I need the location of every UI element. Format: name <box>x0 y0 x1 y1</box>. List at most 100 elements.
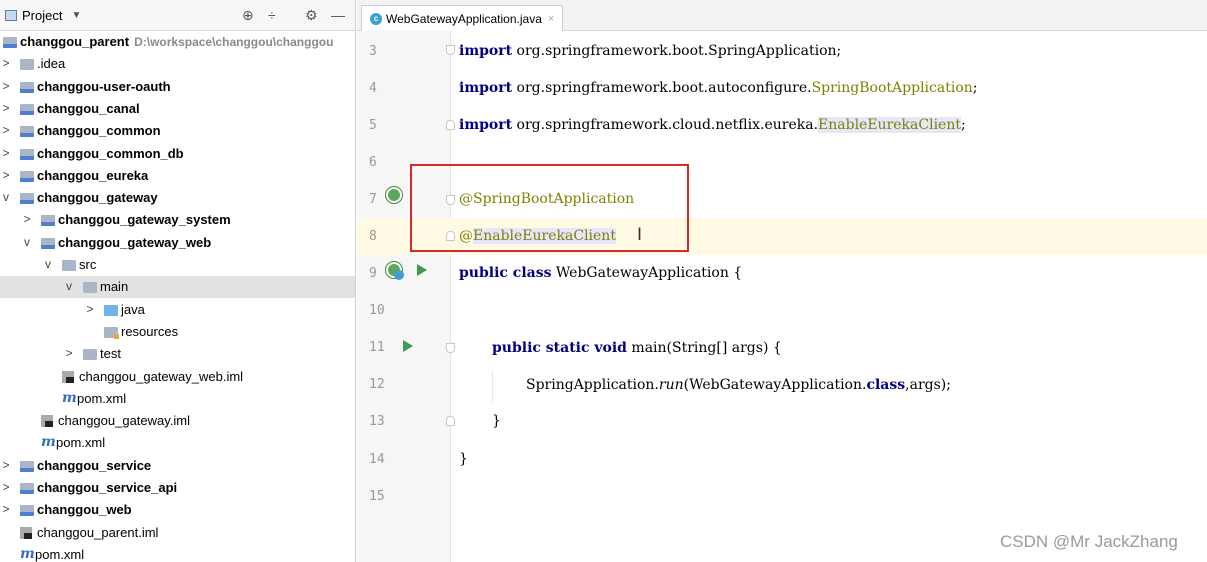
tree-item-text: pom.xml <box>56 435 106 451</box>
tree-item[interactable]: v main <box>0 276 355 299</box>
tree-item[interactable]: > changgou_service_api <box>0 477 355 499</box>
tree-item-text: changgou_gateway_web.iml <box>79 368 244 384</box>
tree-item[interactable]: > changgou_common_db <box>0 143 355 165</box>
tree-item[interactable]: changgou_parent.iml <box>0 522 355 544</box>
tree-item-text: changgou_gateway_system <box>58 212 231 228</box>
chevron-down-icon[interactable]: v <box>43 257 53 271</box>
gear-icon[interactable]: ⚙ <box>305 7 318 24</box>
maven-pom-icon: m <box>62 389 77 406</box>
chevron-right-icon[interactable]: > <box>1 56 11 70</box>
chevron-right-icon[interactable]: > <box>22 212 32 226</box>
tree-item[interactable]: changgou_parent D:\workspace\changgou\cha… <box>0 31 355 53</box>
folder-icon <box>83 282 97 294</box>
tree-item-label: changgou_canal <box>37 101 140 116</box>
tree-item-label: changgou_web <box>37 502 132 517</box>
maven-pom-icon: m <box>41 434 56 451</box>
spring-bean-icon[interactable] <box>386 187 402 203</box>
chevron-down-icon[interactable]: v <box>1 190 11 204</box>
tree-item[interactable]: v src <box>0 254 355 276</box>
tree-item-text: resources <box>121 323 179 339</box>
spring-boot-config-icon <box>394 270 404 280</box>
chevron-right-icon[interactable]: > <box>1 480 11 494</box>
tree-item[interactable]: > changgou_eureka <box>0 165 355 187</box>
tree-item-label: pom.xml <box>77 391 126 406</box>
tree-item-text: changgou_common_db <box>37 145 184 161</box>
tree-item[interactable]: > changgou_canal <box>0 98 355 120</box>
module-folder-icon <box>20 483 34 494</box>
tree-item[interactable]: > java <box>0 299 355 321</box>
line-number: 5 <box>369 118 377 133</box>
chevron-right-icon[interactable]: > <box>1 123 11 137</box>
code-editor[interactable] <box>452 31 1207 562</box>
tab-webgatewayapplication[interactable]: c WebGatewayApplication.java × <box>361 5 564 31</box>
highlight-annotation-box <box>410 164 689 252</box>
tree-item[interactable]: > changgou_gateway_system <box>0 209 355 231</box>
tree-item-label: java <box>121 302 145 317</box>
project-view-selector[interactable]: Project ▼ <box>5 8 81 23</box>
chevron-right-icon[interactable]: > <box>85 302 95 316</box>
chevron-right-icon[interactable]: > <box>1 101 11 115</box>
tree-item[interactable]: resources <box>0 321 355 343</box>
tree-item-text: changgou_service_api <box>37 480 178 495</box>
java-class-icon: c <box>370 12 382 25</box>
chevron-right-icon[interactable]: > <box>1 146 11 160</box>
tree-item-text: changgou_gateway.iml <box>58 413 191 429</box>
module-folder-icon <box>20 81 34 93</box>
tree-item[interactable]: m pom.xml <box>0 432 355 454</box>
chevron-down-icon[interactable]: v <box>22 235 32 249</box>
collapse-all-icon[interactable]: ÷ <box>268 7 276 23</box>
code-text: } <box>492 413 501 429</box>
close-icon[interactable]: × <box>548 13 554 25</box>
chevron-right-icon[interactable]: > <box>64 346 74 360</box>
annotation-class: SpringBootApplication <box>811 80 973 96</box>
tree-item-label: test <box>100 346 121 361</box>
tree-item-label: resources <box>121 324 178 339</box>
tree-item[interactable]: > changgou-user-oauth <box>0 76 355 98</box>
tree-item[interactable]: m pom.xml <box>0 388 355 410</box>
tree-item-text: changgou-user-oauth <box>37 78 171 94</box>
tree-item-label: changgou_gateway_web.iml <box>79 369 243 384</box>
tree-item-text: pom.xml <box>77 390 127 406</box>
hide-panel-icon[interactable]: — <box>331 7 345 23</box>
fold-marker-icon[interactable] <box>446 343 455 353</box>
tree-item[interactable]: > changgou_web <box>0 499 355 521</box>
code-text: org.springframework.boot.autoconfigure. <box>512 80 812 96</box>
module-folder-icon <box>20 170 34 182</box>
chevron-down-icon[interactable]: v <box>64 279 74 293</box>
fold-marker-icon[interactable] <box>446 416 455 426</box>
code-text: (WebGatewayApplication. <box>683 377 867 393</box>
tree-item-label: .idea <box>37 56 65 71</box>
tree-item[interactable]: changgou_gateway_web.iml <box>0 366 355 388</box>
chevron-right-icon[interactable]: > <box>1 168 11 182</box>
line-number: 4 <box>369 81 377 96</box>
tree-item[interactable]: > test <box>0 343 355 365</box>
chevron-right-icon[interactable]: > <box>1 502 11 516</box>
locate-icon[interactable]: ⊕ <box>242 7 254 24</box>
tree-item-text: test <box>100 346 121 362</box>
tree-item-label: changgou_gateway.iml <box>58 413 190 428</box>
project-panel-header: Project ▼ ⊕ ÷ ⚙ — <box>0 0 355 31</box>
method-call: run <box>658 377 684 393</box>
code-text: org.springframework.cloud.netflix.eureka… <box>512 117 819 133</box>
tree-item[interactable]: > .idea <box>0 53 355 75</box>
maven-pom-icon: m <box>20 545 35 562</box>
tree-item-text: changgou_gateway_web <box>58 234 212 250</box>
fold-marker-icon[interactable] <box>446 120 455 130</box>
tree-item-label: pom.xml <box>56 435 105 450</box>
line-number: 12 <box>369 377 385 392</box>
tree-item[interactable]: v changgou_gateway_web <box>0 232 355 254</box>
fold-marker-icon[interactable] <box>446 45 455 55</box>
chevron-right-icon[interactable]: > <box>1 458 11 472</box>
tree-item-label: changgou_gateway_system <box>58 212 231 227</box>
chevron-right-icon[interactable]: > <box>1 79 11 93</box>
folder-icon <box>83 349 97 361</box>
run-class-icon[interactable] <box>417 264 427 276</box>
run-main-icon[interactable] <box>403 340 413 352</box>
tree-item[interactable]: changgou_gateway.iml <box>0 410 355 432</box>
tree-item[interactable]: > changgou_service <box>0 455 355 477</box>
chevron-down-icon[interactable]: ▼ <box>71 10 81 21</box>
tree-item[interactable]: m pom.xml <box>0 544 355 562</box>
tree-item[interactable]: v changgou_gateway <box>0 187 355 209</box>
editor-gutter[interactable] <box>357 31 451 562</box>
tree-item[interactable]: > changgou_common <box>0 120 355 142</box>
